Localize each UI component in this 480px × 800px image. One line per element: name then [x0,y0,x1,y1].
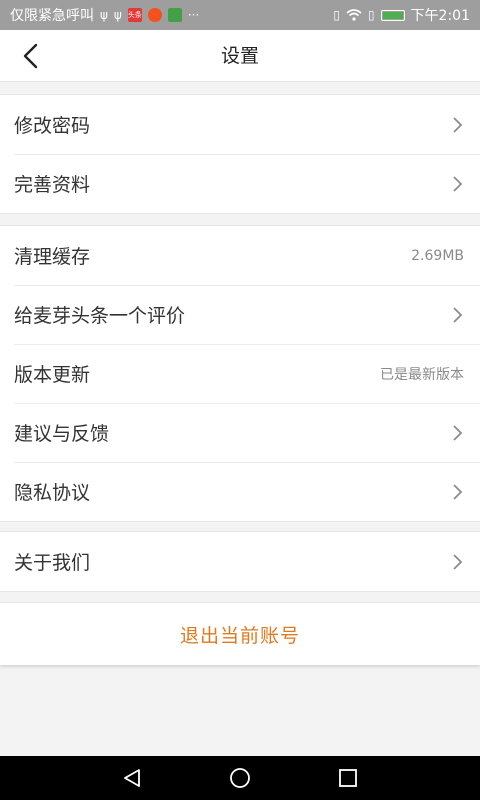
privacy-policy-row[interactable]: 隐私协议 [0,462,480,521]
usb-icon: ψ [113,8,122,22]
chevron-left-icon [23,43,38,69]
nav-back-button[interactable] [118,764,146,792]
clear-cache-row[interactable]: 清理缓存 2.69MB [0,226,480,285]
more-icon: ··· [187,8,200,22]
complete-profile-row[interactable]: 完善资料 [0,154,480,213]
clock-text: 下午2:01 [410,8,470,24]
battery-icon [380,9,405,21]
chevron-right-icon [453,483,463,500]
feedback-row[interactable]: 建议与反馈 [0,403,480,462]
row-label: 隐私协议 [14,482,91,504]
about-us-row[interactable]: 关于我们 [0,532,480,591]
sim-icon: ▯ [367,8,375,22]
change-password-row[interactable]: 修改密码 [0,95,480,154]
status-bar: 仅限紧急呼叫 ψ ψ 头条 ··· ▯ ▯ 下午2:01 [0,0,480,30]
chevron-right-icon [453,553,463,570]
logout-label: 退出当前账号 [179,624,300,647]
circle-home-icon [230,768,250,788]
vibrate-icon: ▯ [333,8,340,22]
wifi-icon [346,9,362,21]
row-label: 给麦芽头条一个评价 [14,305,186,327]
nav-recents-button[interactable] [334,764,362,792]
row-label: 版本更新 [14,364,91,386]
system-nav-bar [0,756,480,800]
row-label: 建议与反馈 [14,423,110,445]
weibo-app-icon [147,8,162,22]
row-label: 关于我们 [14,552,91,574]
cache-size-value: 2.69MB [411,247,464,264]
nav-home-button[interactable] [226,764,254,792]
chevron-right-icon [453,424,463,441]
row-label: 完善资料 [14,174,91,196]
version-update-row[interactable]: 版本更新 已是最新版本 [0,344,480,403]
back-button[interactable] [12,36,48,76]
top-app-bar: 设置 [0,30,480,82]
carrier-text: 仅限紧急呼叫 [10,8,94,24]
page-title: 设置 [220,45,259,67]
settings-group-general: 清理缓存 2.69MB 给麦芽头条一个评价 版本更新 已是最新版本 建议与反馈 … [0,225,480,522]
row-label: 清理缓存 [14,246,91,268]
chevron-right-icon [453,175,463,192]
version-status-value: 已是最新版本 [380,366,464,383]
news-app-icon: 头条 [127,8,142,22]
play-app-icon [167,8,182,22]
chevron-right-icon [453,306,463,323]
logout-button[interactable]: 退出当前账号 [0,602,480,665]
triangle-back-icon [124,769,140,787]
settings-group-account: 修改密码 完善资料 [0,94,480,214]
chevron-right-icon [453,116,463,133]
square-recents-icon [339,769,357,787]
settings-group-about: 关于我们 [0,531,480,592]
row-label: 修改密码 [14,115,91,137]
rate-app-row[interactable]: 给麦芽头条一个评价 [0,285,480,344]
usb-icon: ψ [100,8,108,22]
